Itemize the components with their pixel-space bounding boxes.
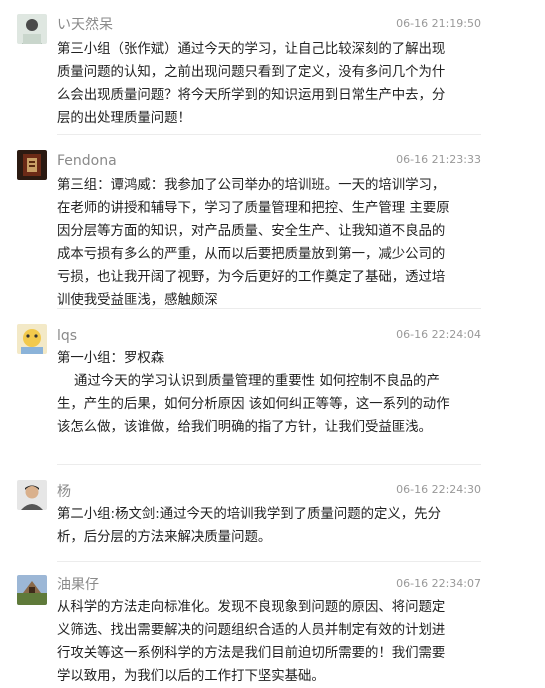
comment-divider [57, 134, 481, 135]
comment-divider [57, 464, 481, 465]
comment-username[interactable]: 杨 [57, 483, 71, 501]
comment-text: 从科学的方法走向标准化。发现不良现象到问题的原因、将问题定义筛选、找出需要解决的… [57, 600, 446, 684]
comment-timestamp: 06-16 22:24:04 [396, 328, 481, 341]
comment-text: 第二小组:杨文剑:通过今天的培训我学到了质量问题的定义，先分析，后分层的方法来解… [57, 507, 441, 545]
comment-text: 第三组：谭鸿威：我参加了公司举办的培训班。一天的培训学习，在老师的讲授和辅导下，… [57, 178, 450, 308]
user-avatar-icon[interactable] [17, 14, 47, 44]
comment-username[interactable]: い天然呆 [57, 16, 113, 34]
comment-text: 第一小组：罗权森 通过今天的学习认识到质量管理的重要性 如何控制不良品的产生，产… [57, 351, 450, 435]
comment-timestamp: 06-16 21:19:50 [396, 17, 481, 30]
user-avatar-icon[interactable] [17, 324, 47, 354]
comment-username[interactable]: 油果仔 [57, 576, 99, 594]
comment-timestamp: 06-16 22:24:30 [396, 483, 481, 496]
comment-timestamp: 06-16 22:34:07 [396, 577, 481, 590]
comment-text: 第三小组（张作斌）通过今天的学习，让自己比较深刻的了解出现质量问题的认知，之前出… [57, 42, 446, 126]
user-avatar-icon[interactable] [17, 150, 47, 180]
comment-timestamp: 06-16 21:23:33 [396, 153, 481, 166]
user-avatar-icon[interactable] [17, 480, 47, 510]
comment-username[interactable]: Fendona [57, 152, 117, 170]
comment-divider [57, 561, 481, 562]
user-avatar-icon[interactable] [17, 575, 47, 605]
comment-divider [57, 308, 481, 309]
comment-username[interactable]: lqs [57, 327, 77, 345]
